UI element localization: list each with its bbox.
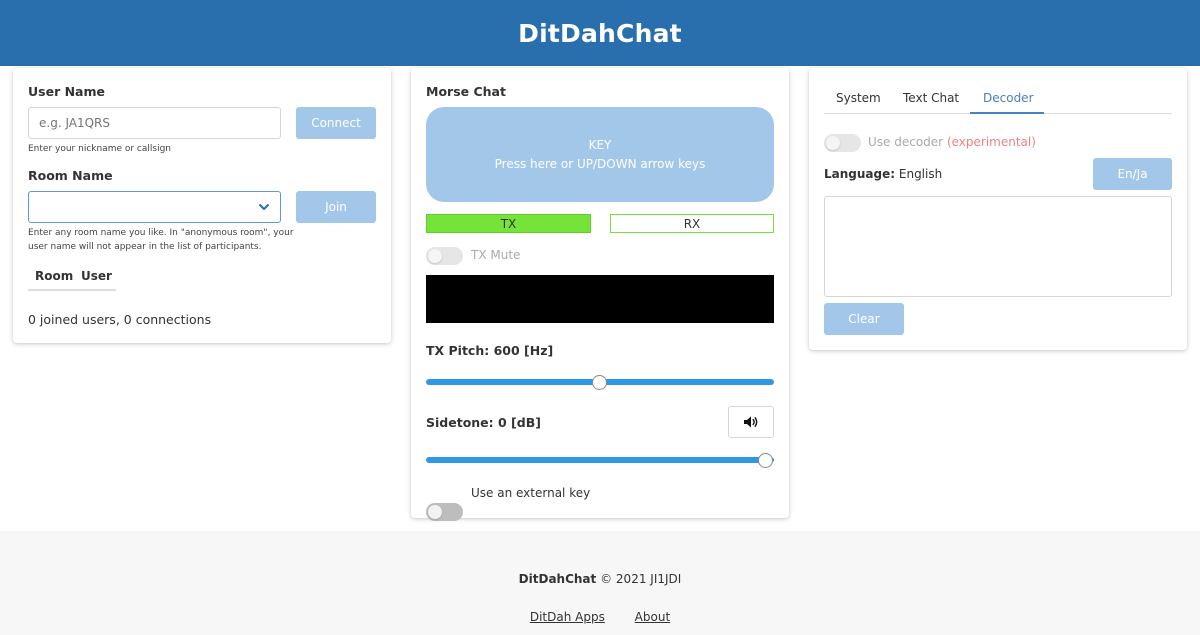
decoder-card: System Text Chat Decoder Use decoder (ex… [809,68,1187,350]
tab-room[interactable]: Room [35,269,73,283]
tab-decoder[interactable]: Decoder [983,91,1034,105]
decoded-text-area[interactable] [824,196,1172,297]
tab-system[interactable]: System [836,91,881,105]
chevron-down-icon [259,204,269,210]
experimental-label: (experimental) [946,135,1036,149]
external-key-label: Use an external key [471,486,591,500]
tx-pitch-slider-thumb[interactable] [592,375,607,390]
room-name-help-line-2: user name will not appear in the list of… [28,242,262,252]
sidetone-slider-thumb[interactable] [758,453,773,468]
language-row: Language: English [824,167,942,181]
active-tab-indicator [970,112,1044,114]
morse-chat-card: Morse Chat KEY Press here or UP/DOWN arr… [411,68,789,521]
speaker-icon [744,416,758,428]
app-header: DitDahChat [0,0,1200,66]
key-hint: Press here or UP/DOWN arrow keys [494,156,706,171]
use-decoder-row: Use decoder (experimental) [868,135,1036,149]
speaker-button[interactable] [728,406,774,438]
external-key-toggle[interactable] [426,503,463,521]
language-value: English [898,167,943,181]
footer-copyright-line: DitDahChat © 2021 JI1JDI [0,572,1200,586]
morse-chat-title: Morse Chat [426,84,506,99]
clear-button[interactable]: Clear [824,303,904,335]
use-decoder-label: Use decoder [868,135,944,149]
tx-pitch-label: TX Pitch: 600 [Hz] [426,343,554,358]
tab-text-chat[interactable]: Text Chat [903,91,959,105]
footer-link-about[interactable]: About [635,610,670,624]
app-title: DitDahChat [518,18,682,48]
connect-button[interactable]: Connect [296,107,376,139]
connection-card: User Name Connect Enter your nickname or… [13,68,391,343]
key-title: KEY [588,137,612,152]
morse-key-pad[interactable]: KEY Press here or UP/DOWN arrow keys [426,107,774,202]
language-label: Language: [824,167,896,181]
tx-mute-toggle[interactable] [426,247,463,265]
use-decoder-toggle[interactable] [824,134,861,152]
room-name-select[interactable] [28,191,281,223]
en-ja-button[interactable]: En/Ja [1093,158,1172,190]
sidetone-slider[interactable] [426,457,774,463]
tx-mute-label: TX Mute [471,248,521,262]
footer-link-ditdah-apps[interactable]: DitDah Apps [530,610,605,624]
signal-display [426,275,774,323]
footer-brand: DitDahChat [518,572,597,586]
user-name-label: User Name [28,84,105,99]
sidetone-label: Sidetone: 0 [dB] [426,415,541,430]
tabs-divider [28,289,116,291]
toggle-knob [826,136,840,150]
toggle-knob [428,249,442,263]
tab-user[interactable]: User [81,269,112,283]
footer-links: DitDah Apps About [0,610,1200,624]
user-name-help: Enter your nickname or callsign [28,144,172,154]
room-name-help-line-1: Enter any room name you like. In "anonym… [28,228,294,238]
panel-tabs: System Text Chat Decoder [824,90,1172,114]
page-footer: DitDahChat © 2021 JI1JDI DitDah Apps Abo… [0,531,1200,635]
user-name-input[interactable] [28,107,281,139]
tx-indicator: TX [426,214,591,233]
footer-copyright: © 2021 JI1JDI [600,572,682,586]
room-name-label: Room Name [28,168,113,183]
connection-status: 0 joined users, 0 connections [28,312,212,327]
rx-indicator: RX [610,214,774,233]
join-button[interactable]: Join [296,191,376,223]
toggle-knob [428,505,442,519]
